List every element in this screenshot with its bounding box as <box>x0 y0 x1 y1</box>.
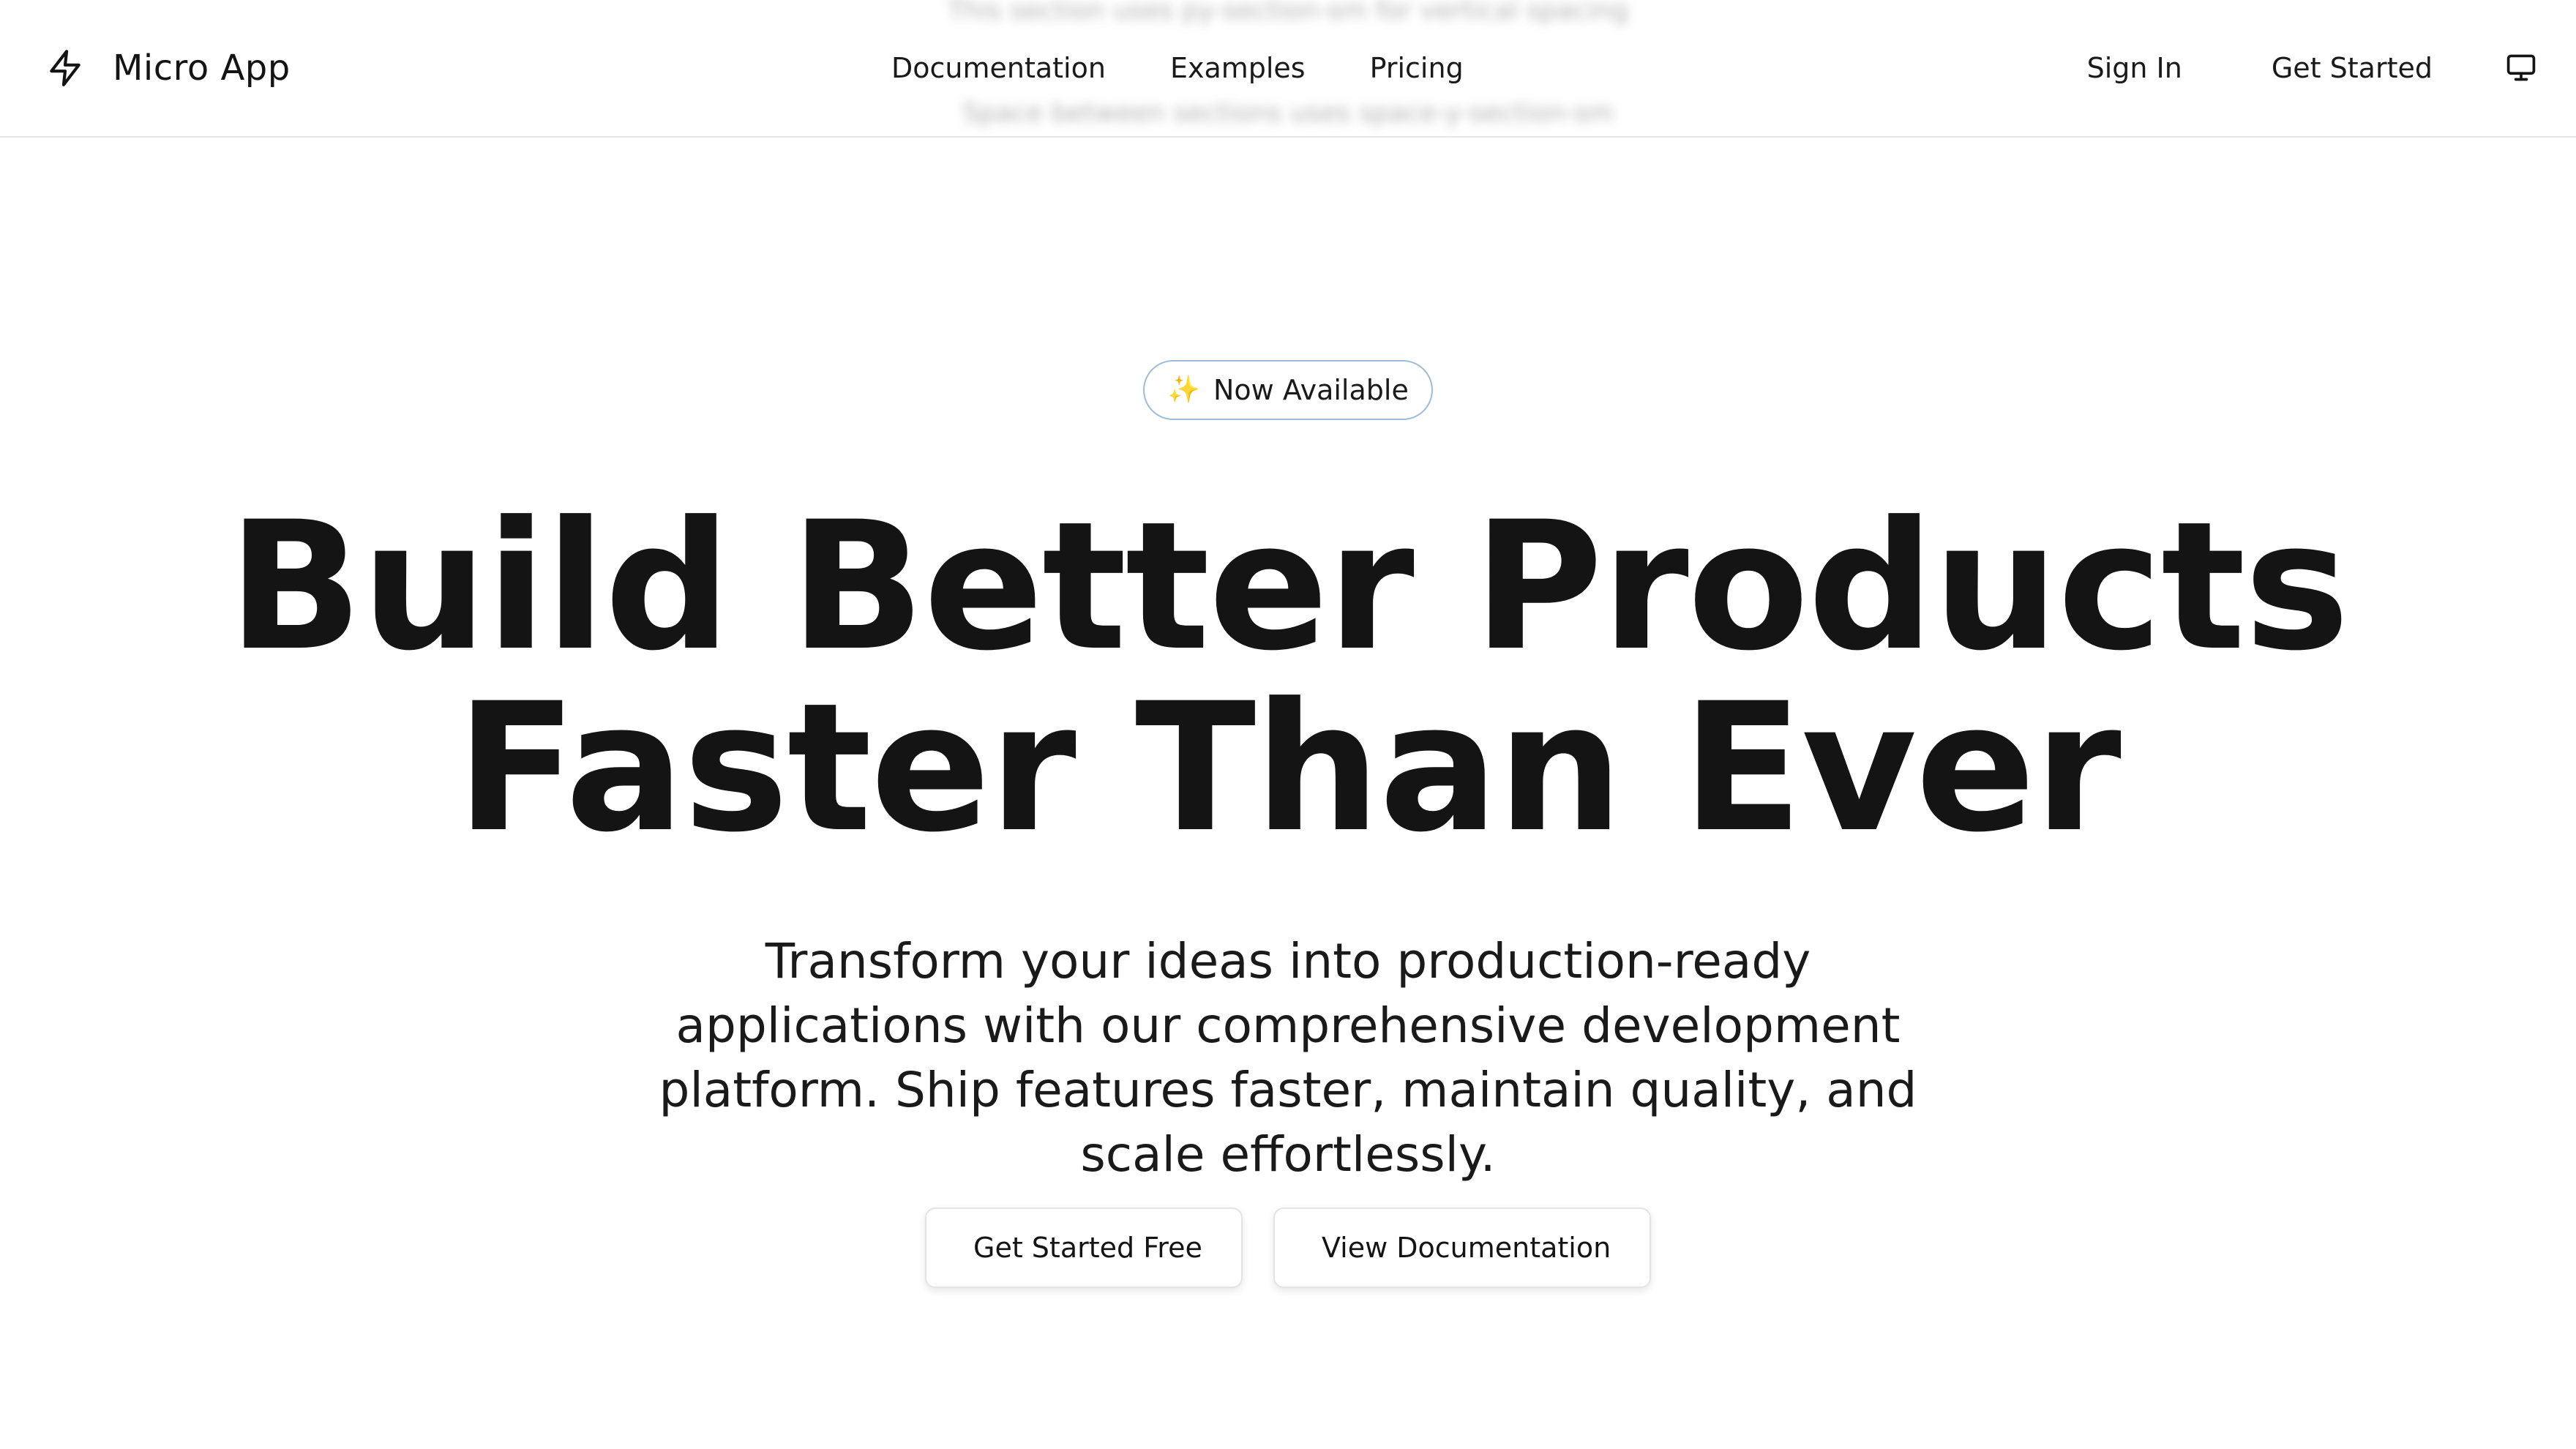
brand-name: Micro App <box>113 48 291 89</box>
ghost-annotation-bottom: Space between sections uses space-y-sect… <box>962 98 1614 128</box>
hero-title: Build Better Products Faster Than Ever <box>0 496 2576 859</box>
ghost-annotation-top: This section uses py-section-sm for vert… <box>947 0 1629 26</box>
cta-group: Get Started Free View Documentation <box>0 1208 2576 1289</box>
site-header: This section uses py-section-sm for vert… <box>0 0 2576 138</box>
brand-logo-link[interactable]: Micro App <box>45 42 291 94</box>
view-documentation-button[interactable]: View Documentation <box>1273 1208 1651 1288</box>
hero-subtitle: Transform your ideas into production-rea… <box>659 933 1917 1183</box>
page: This section uses py-section-sm for vert… <box>0 0 2576 1449</box>
monitor-icon <box>2505 51 2537 86</box>
get-started-button[interactable]: Get Started <box>2250 42 2455 94</box>
badge-label: Now Available <box>1213 374 1409 406</box>
nav-link-documentation[interactable]: Documentation <box>891 52 1106 84</box>
get-started-free-button[interactable]: Get Started Free <box>925 1208 1243 1288</box>
hero-title-line-1: Build Better Products <box>228 484 2349 690</box>
hero-title-line-2: Faster Than Ever <box>456 665 2122 872</box>
sparkles-icon: ✨ <box>1167 375 1200 405</box>
primary-nav: Documentation Examples Pricing <box>891 42 1464 94</box>
lightning-bolt-icon <box>45 48 85 88</box>
nav-link-pricing[interactable]: Pricing <box>1370 52 1464 84</box>
nav-link-examples[interactable]: Examples <box>1170 52 1306 84</box>
header-actions: Sign In Get Started <box>2065 42 2547 94</box>
now-available-badge: ✨ Now Available <box>1143 360 1433 420</box>
display-toggle-button[interactable] <box>2496 42 2547 94</box>
hero-section: ✨ Now Available Build Better Products Fa… <box>0 139 2576 1449</box>
sign-in-button[interactable]: Sign In <box>2065 42 2204 94</box>
